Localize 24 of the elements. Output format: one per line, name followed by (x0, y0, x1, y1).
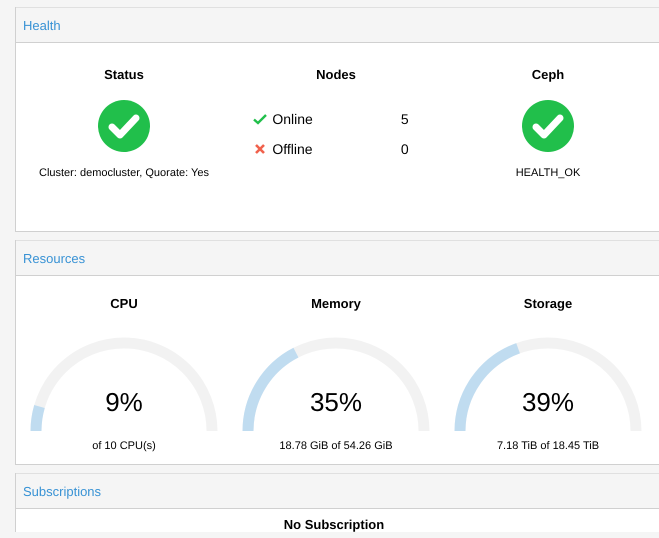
subscription-status: No Subscription (284, 517, 384, 532)
node-count: 0 (400, 141, 409, 157)
section-title: Status (104, 67, 144, 82)
usage-percentage: 9% (105, 387, 143, 417)
section-title: CPU (110, 296, 138, 311)
status-caption: HEALTH_OK (516, 167, 580, 179)
node-status-label: Offline (272, 141, 313, 157)
cross-icon (253, 142, 268, 156)
panel-title: Resources (23, 250, 86, 266)
usage-caption: of 10 CPU(s) (92, 440, 156, 452)
status-caption: Cluster: democluster, Quorate: Yes (39, 167, 209, 179)
usage-caption: 7.18 TiB of 18.45 TiB (496, 440, 600, 452)
panel-title: Subscriptions (23, 484, 102, 498)
section-title: Memory (311, 296, 361, 311)
check-icon (253, 112, 268, 126)
usage-percentage: 39% (522, 387, 574, 417)
usage-percentage: 35% (310, 387, 362, 417)
usage-caption: 18.78 GiB of 54.26 GiB (279, 440, 393, 452)
section-title: Ceph (532, 67, 564, 82)
section-title: Nodes (316, 67, 356, 82)
section-title: Storage (524, 296, 572, 311)
node-status-label: Online (272, 111, 313, 127)
panel-title: Health (23, 18, 61, 32)
node-count: 5 (400, 111, 409, 127)
